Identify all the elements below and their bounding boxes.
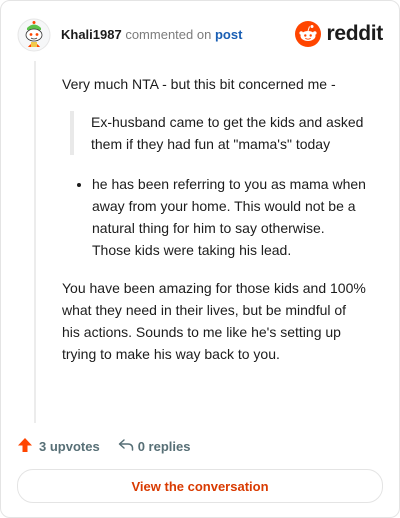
comment-header: Khali1987 commented on post reddit (17, 15, 383, 55)
comment-closing: You have been amazing for those kids and… (62, 280, 366, 362)
comment-intro: Very much NTA - but this bit concerned m… (62, 76, 336, 92)
reddit-brand[interactable]: reddit (295, 20, 383, 48)
upvote-button[interactable]: 3 upvotes (17, 437, 100, 456)
thread-line (34, 61, 36, 423)
comment-quote: Ex-husband came to get the kids and aske… (70, 111, 367, 155)
upvote-count: 3 upvotes (39, 438, 100, 454)
comment-body: Very much NTA - but this bit concerned m… (62, 73, 367, 365)
reply-arrow-icon (118, 437, 134, 456)
reply-count: 0 replies (137, 438, 191, 454)
snoo-avatar-icon[interactable] (17, 18, 51, 52)
comment-footer: 3 upvotes 0 replies (17, 435, 190, 457)
reddit-wordmark: reddit (326, 22, 383, 45)
view-conversation-button[interactable]: View the conversation (17, 469, 383, 503)
commented-on-text: commented on (125, 27, 212, 42)
reddit-logo-icon (295, 21, 322, 47)
quote-text: Ex-husband came to get the kids and aske… (91, 114, 364, 152)
post-link[interactable]: post (215, 27, 242, 42)
username-link[interactable]: Khali1987 (61, 27, 122, 42)
replies-button[interactable]: 0 replies (118, 437, 191, 456)
comment-bullet-list: he has been referring to you as mama whe… (62, 173, 367, 261)
comment-card: Khali1987 commented on post reddit Very … (0, 0, 400, 518)
upvote-arrow-icon (17, 437, 33, 456)
list-item: he has been referring to you as mama whe… (92, 173, 367, 261)
comment-meta: Khali1987 commented on post (61, 27, 242, 42)
